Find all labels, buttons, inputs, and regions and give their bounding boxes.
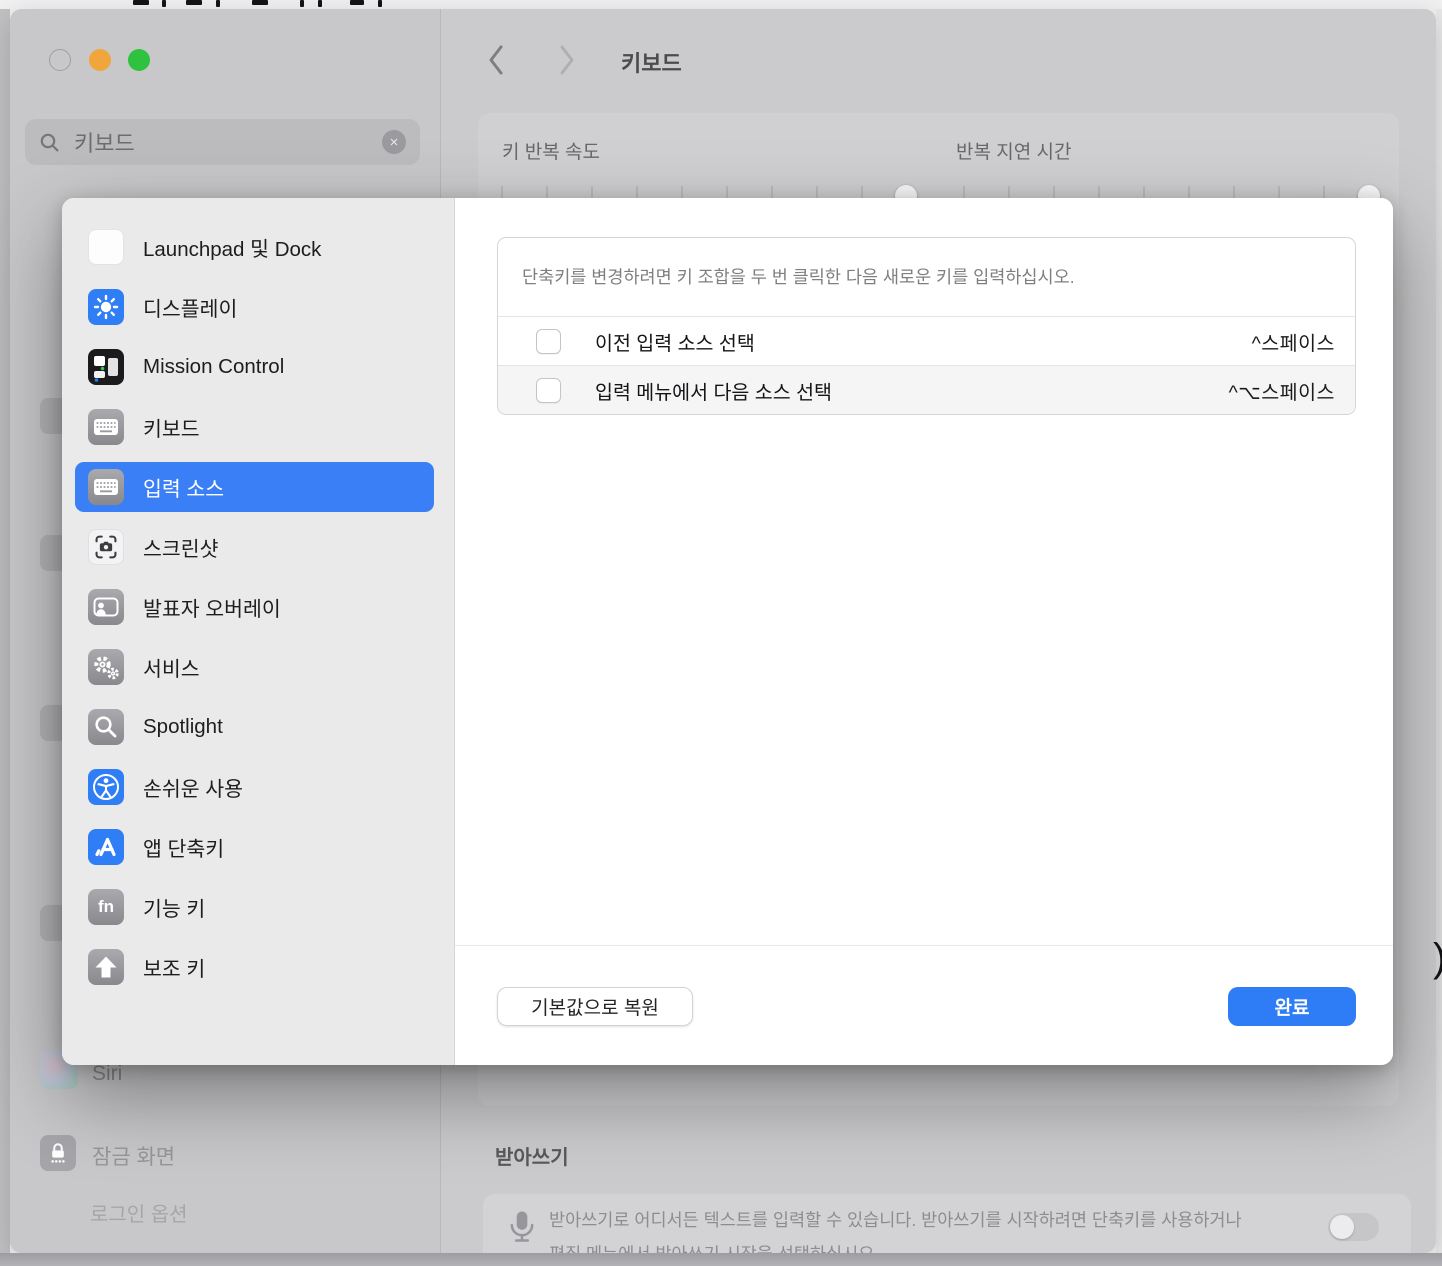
sidebar-item-services[interactable]: 서비스 [75, 642, 434, 692]
back-chevron-icon[interactable] [485, 43, 507, 77]
sidebar-item-display[interactable]: 디스플레이 [75, 282, 434, 332]
restore-defaults-button[interactable]: 기본값으로 복원 [497, 987, 693, 1026]
lock-icon [40, 1135, 76, 1171]
shortcut-row-previous-input-source[interactable]: 이전 입력 소스 선택 ^스페이스 [498, 316, 1355, 365]
sidebar-item-screenshots[interactable]: 스크린샷 [75, 522, 434, 572]
sidebar-item-login-options[interactable]: 로그인 옵션 [90, 1198, 188, 1227]
mission-control-icon [88, 349, 124, 385]
sidebar-item-launchpad-dock[interactable]: Launchpad 및 Dock [75, 222, 434, 272]
shortcut-keys[interactable]: ^⌥스페이스 [1229, 376, 1335, 405]
services-icon [88, 649, 124, 685]
presenter-overlay-icon [88, 589, 124, 625]
accessibility-icon [88, 769, 124, 805]
search-icon [39, 132, 60, 153]
shortcuts-content: 단축키를 변경하려면 키 조합을 두 번 클릭한 다음 새로운 키를 입력하십시… [455, 198, 1393, 1065]
app-shortcuts-icon [88, 829, 124, 865]
forward-chevron-icon[interactable] [556, 43, 578, 77]
search-input[interactable] [72, 128, 382, 156]
done-button[interactable]: 완료 [1228, 987, 1356, 1026]
shortcut-keys[interactable]: ^스페이스 [1252, 327, 1335, 356]
display-icon [88, 289, 124, 325]
dictation-heading: 받아쓰기 [495, 1141, 569, 1170]
screen: × Siri 잠금 화면 로그인 옵션 [0, 0, 1442, 1266]
sidebar-item-app-shortcuts[interactable]: 앱 단축키 [75, 822, 434, 872]
dictation-description-line2: 편집 메뉴에서 받아쓰기 시작을 선택하십시오. [549, 1241, 879, 1253]
modifier-keys-icon [88, 949, 124, 985]
sidebar-item-spotlight[interactable]: Spotlight [75, 702, 434, 752]
shortcuts-sidebar: Launchpad 및 Dock 디스플레이 [62, 198, 455, 1065]
shortcuts-table: 단축키를 변경하려면 키 조합을 두 번 클릭한 다음 새로운 키를 입력하십시… [497, 237, 1356, 415]
launchpad-icon [88, 229, 124, 265]
dictation-toggle[interactable] [1328, 1213, 1379, 1241]
input-sources-icon [88, 469, 124, 505]
sidebar-item-siri[interactable]: Siri [92, 1062, 122, 1086]
key-repeat-label: 키 반복 속도 [502, 137, 600, 164]
sidebar-item-function-keys[interactable]: fn 기능 키 [75, 882, 434, 932]
sidebar-item-lock-screen[interactable]: 잠금 화면 [92, 1141, 175, 1171]
screenshot-icon [88, 529, 124, 565]
page-title: 키보드 [621, 46, 682, 78]
shortcuts-instruction: 단축키를 변경하려면 키 조합을 두 번 클릭한 다음 새로운 키를 입력하십시… [498, 238, 1355, 316]
checkbox[interactable] [536, 329, 561, 354]
settings-search-field[interactable]: × [25, 119, 420, 165]
toggle-knob [1330, 1215, 1354, 1239]
window-minimize-button[interactable] [89, 49, 111, 71]
sidebar-item-keyboard[interactable]: 키보드 [75, 402, 434, 452]
keyboard-icon [88, 409, 124, 445]
dictation-card: 받아쓰기로 어디서든 텍스트를 입력할 수 있습니다. 받아쓰기를 시작하려면 … [483, 1194, 1411, 1253]
window-zoom-button[interactable] [128, 49, 150, 71]
dictation-description-line1: 받아쓰기로 어디서든 텍스트를 입력할 수 있습니다. 받아쓰기를 시작하려면 … [549, 1207, 1242, 1232]
repeat-delay-label: 반복 지연 시간 [956, 137, 1071, 164]
clipped-paren-fragment: ) [1433, 936, 1442, 981]
sidebar-item-presenter-overlay[interactable]: 발표자 오버레이 [75, 582, 434, 632]
desktop-left-edge [0, 9, 10, 1253]
desktop-bottom-edge [0, 1253, 1442, 1266]
sidebar-item-accessibility[interactable]: 손쉬운 사용 [75, 762, 434, 812]
sidebar-item-mission-control[interactable]: Mission Control [75, 342, 434, 392]
microphone-icon [507, 1208, 537, 1244]
sidebar-item-input-sources[interactable]: 입력 소스 [75, 462, 434, 512]
clear-search-icon[interactable]: × [382, 130, 406, 154]
spotlight-icon [88, 709, 124, 745]
desktop-right-edge [1436, 9, 1442, 1253]
function-keys-icon: fn [88, 889, 124, 925]
checkbox[interactable] [536, 378, 561, 403]
footer-divider [455, 945, 1393, 946]
sidebar-item-modifier-keys[interactable]: 보조 키 [75, 942, 434, 992]
shortcut-row-next-input-source[interactable]: 입력 메뉴에서 다음 소스 선택 ^⌥스페이스 [498, 365, 1355, 414]
keyboard-shortcuts-sheet: Launchpad 및 Dock 디스플레이 [62, 198, 1393, 1065]
window-close-button[interactable] [49, 49, 71, 71]
